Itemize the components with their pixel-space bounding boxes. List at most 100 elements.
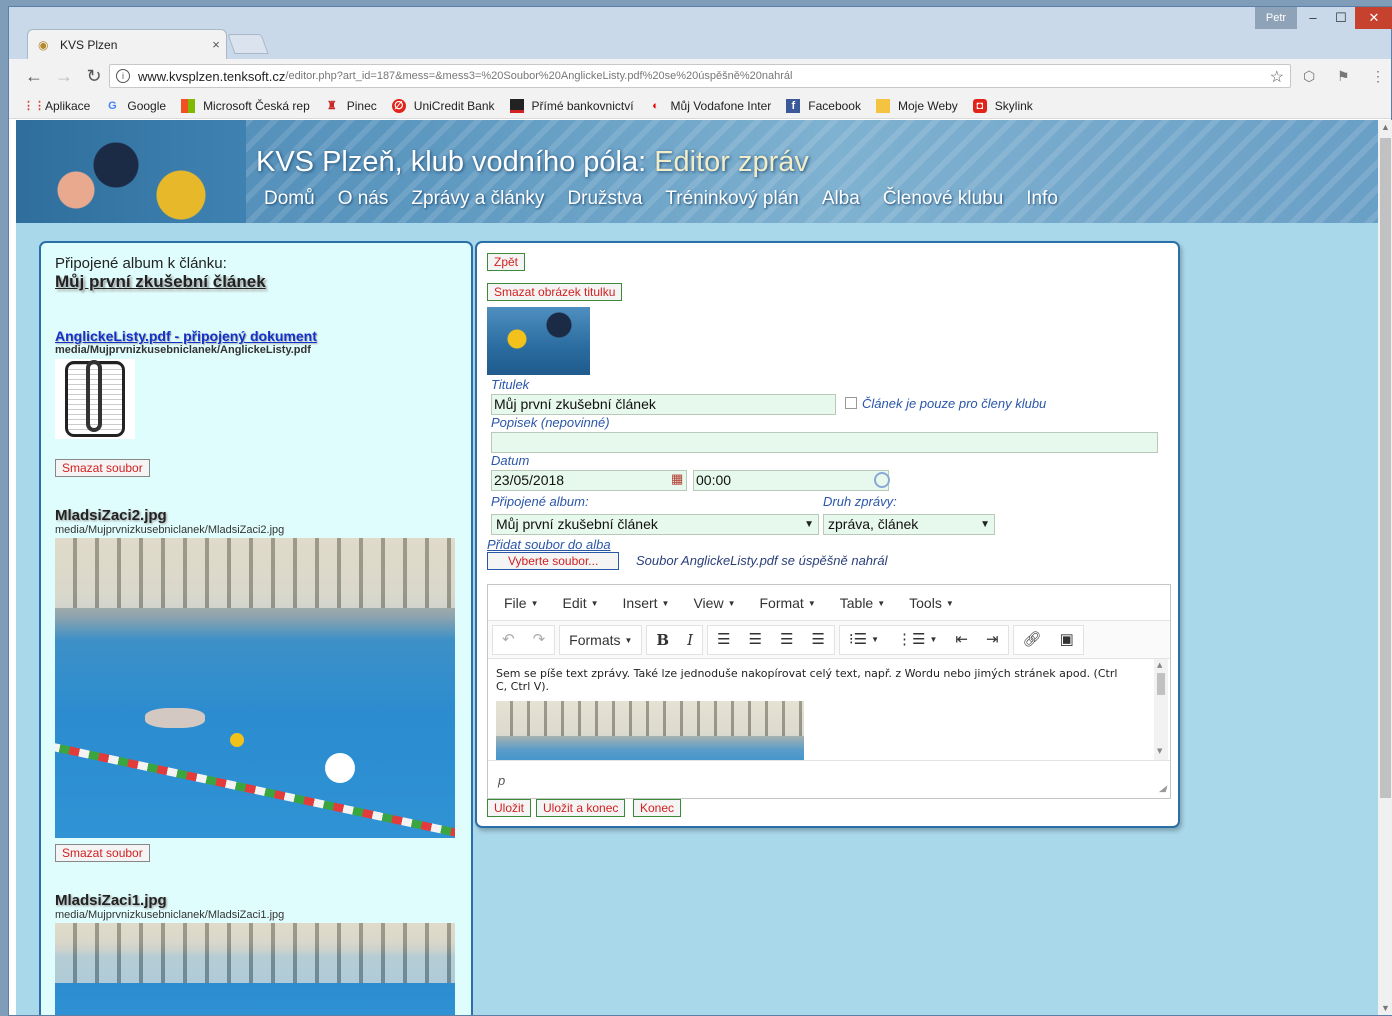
new-tab-button[interactable] <box>227 34 269 54</box>
save-and-close-button[interactable]: Uložit a konec <box>536 799 626 817</box>
numbered-list-icon[interactable]: ⋮☰ ▼ <box>888 626 946 654</box>
align-justify-icon[interactable]: ☰ <box>802 626 833 654</box>
redo-icon[interactable]: ↷ <box>524 626 555 654</box>
scroll-up-icon[interactable]: ▲ <box>1378 122 1392 132</box>
browser-window: ◉ KVS Plzen × Petr – ☐ ✕ ← → ↻ i www.kvs… <box>8 6 1392 1016</box>
formats-dropdown[interactable]: Formats ▼ <box>560 626 641 654</box>
date-field[interactable]: 23/05/2018 <box>491 470 687 491</box>
close-button[interactable]: Konec <box>633 799 682 817</box>
bookmark-apps[interactable]: ⋮⋮ Aplikace <box>23 99 90 113</box>
bookmark-unicredit[interactable]: ∅ UniCredit Bank <box>391 98 495 113</box>
nav-news[interactable]: Zprávy a články <box>411 188 544 210</box>
forward-arrow-icon[interactable]: → <box>49 66 79 87</box>
bookmark-star-icon[interactable]: ☆ <box>1270 67 1284 87</box>
title-bar: ◉ KVS Plzen × Petr – ☐ ✕ <box>9 7 1392 59</box>
resize-grip-icon[interactable]: ◢ <box>1159 783 1166 794</box>
image-title: MladsiZaci1.jpg <box>55 892 167 909</box>
align-center-icon[interactable]: ☰ <box>740 626 771 654</box>
choose-file-button[interactable]: Vyberte soubor... <box>487 552 620 570</box>
menu-file[interactable]: File ▼ <box>492 595 550 611</box>
pdf-document-icon[interactable] <box>55 359 135 439</box>
bookmark-vodafone[interactable]: ◐ Můj Vodafone Inter <box>649 99 771 113</box>
bookmark-microsoft[interactable]: Microsoft Česká rep <box>181 98 310 113</box>
align-right-icon[interactable]: ☰ <box>771 626 802 654</box>
calendar-icon[interactable]: ▦ <box>671 471 683 487</box>
extension-shield-icon[interactable]: ⬡ <box>1303 68 1315 85</box>
bookmark-banking[interactable]: Přímé bankovnictví <box>509 98 634 113</box>
description-field[interactable] <box>491 432 1158 453</box>
rich-text-editor: File ▼ Edit ▼ Insert ▼ View ▼ Format ▼ Table ▼… <box>487 584 1171 799</box>
editor-content[interactable]: Sem se píše text zprávy. Také lze jednod… <box>488 659 1170 760</box>
menu-tools[interactable]: Tools ▼ <box>897 595 966 611</box>
user-profile-badge[interactable]: Petr <box>1255 7 1297 29</box>
undo-icon[interactable]: ↶ <box>493 626 524 654</box>
bank-icon <box>509 98 524 113</box>
nav-members[interactable]: Členové klubu <box>883 188 1003 210</box>
time-field[interactable]: 00:00 <box>693 470 889 491</box>
title-image <box>487 307 590 375</box>
page-viewport: KVS Plzeň, klub vodního póla: Editor zpr… <box>16 120 1378 1015</box>
save-button[interactable]: Uložit <box>487 799 532 817</box>
indent-icon[interactable]: ⇥ <box>977 626 1008 654</box>
outdent-icon[interactable]: ⇤ <box>946 626 977 654</box>
clock-icon[interactable] <box>874 472 890 488</box>
menu-table[interactable]: Table ▼ <box>828 595 897 611</box>
menu-label: Tools <box>909 594 942 611</box>
image-icon[interactable]: ▣ <box>1051 626 1083 654</box>
bookmark-facebook[interactable]: f Facebook <box>786 98 861 113</box>
tab-close-icon[interactable]: × <box>206 37 226 52</box>
menu-view[interactable]: View ▼ <box>681 595 747 611</box>
menu-insert[interactable]: Insert ▼ <box>611 595 682 611</box>
scroll-down-icon[interactable]: ▼ <box>1378 1003 1392 1013</box>
editor-scrollbar[interactable]: ▲ ▼ <box>1154 659 1168 760</box>
nav-training[interactable]: Tréninkový plán <box>665 188 798 210</box>
delete-title-image-button[interactable]: Smazat obrázek titulku <box>487 283 623 301</box>
align-left-icon[interactable]: ☰ <box>708 626 739 654</box>
scrollbar-thumb[interactable] <box>1380 138 1391 798</box>
maximize-icon[interactable]: ☐ <box>1327 7 1355 29</box>
type-select[interactable]: zpráva, článek ▼ <box>823 514 995 535</box>
album-select[interactable]: Můj první zkušební článek ▼ <box>491 514 819 535</box>
italic-icon[interactable]: I <box>678 626 702 654</box>
title-field[interactable]: Můj první zkušební článek <box>491 394 836 415</box>
bookmark-google[interactable]: G Google <box>105 99 166 113</box>
nav-home[interactable]: Domů <box>264 188 315 210</box>
back-button[interactable]: Zpět <box>487 253 526 271</box>
delete-file-button[interactable]: Smazat soubor <box>55 459 150 477</box>
element-path[interactable]: p <box>498 773 505 788</box>
bold-icon[interactable]: B <box>647 626 678 654</box>
nav-info[interactable]: Info <box>1026 188 1058 210</box>
link-icon[interactable]: 🔗︎ <box>1014 626 1051 654</box>
bullet-list-icon[interactable]: ⁝☰ ▼ <box>840 626 888 654</box>
back-arrow-icon[interactable]: ← <box>19 66 49 87</box>
bookmark-moje-weby[interactable]: Moje Weby <box>875 98 958 113</box>
bookmark-skylink[interactable]: ◘ Skylink <box>972 98 1033 113</box>
editor-content-text: Sem se píše text zprávy. Také lze jednod… <box>496 667 1118 693</box>
album-label: Připojené album: <box>491 494 589 509</box>
extension-flag-icon[interactable]: ⚑ <box>1337 68 1350 85</box>
album-photo <box>55 923 455 1015</box>
insert-group: 🔗︎ ▣ <box>1012 624 1084 655</box>
document-link[interactable]: AnglickeListy.pdf - připojený dokument <box>55 328 457 344</box>
menu-kebab-icon[interactable]: ⋮ <box>1371 68 1385 85</box>
nav-about[interactable]: O nás <box>338 188 389 210</box>
google-icon: G <box>108 99 117 112</box>
menu-format[interactable]: Format ▼ <box>747 595 827 611</box>
caret-down-icon: ▼ <box>945 599 954 609</box>
menu-edit[interactable]: Edit ▼ <box>550 595 610 611</box>
reload-icon[interactable]: ↻ <box>79 66 109 87</box>
bookmark-pinec[interactable]: ♜ Pinec <box>325 99 377 113</box>
minimize-icon[interactable]: – <box>1299 7 1327 29</box>
article-link[interactable]: Můj první zkušební článek <box>55 272 457 292</box>
browser-tab[interactable]: ◉ KVS Plzen × <box>27 29 227 59</box>
info-icon[interactable]: i <box>116 69 130 83</box>
nav-albums[interactable]: Alba <box>822 188 860 210</box>
caret-down-icon: ▼ <box>530 599 539 609</box>
address-bar[interactable]: i www.kvsplzen.tenksoft.cz/editor.php?ar… <box>109 64 1291 88</box>
nav-teams[interactable]: Družstva <box>567 188 642 210</box>
site-banner: KVS Plzeň, klub vodního póla: Editor zpr… <box>16 120 1378 223</box>
delete-file-button[interactable]: Smazat soubor <box>55 844 150 862</box>
members-only-checkbox[interactable] <box>845 397 857 409</box>
page-scrollbar[interactable]: ▲ ▼ <box>1378 120 1392 1015</box>
close-window-icon[interactable]: ✕ <box>1355 7 1392 29</box>
